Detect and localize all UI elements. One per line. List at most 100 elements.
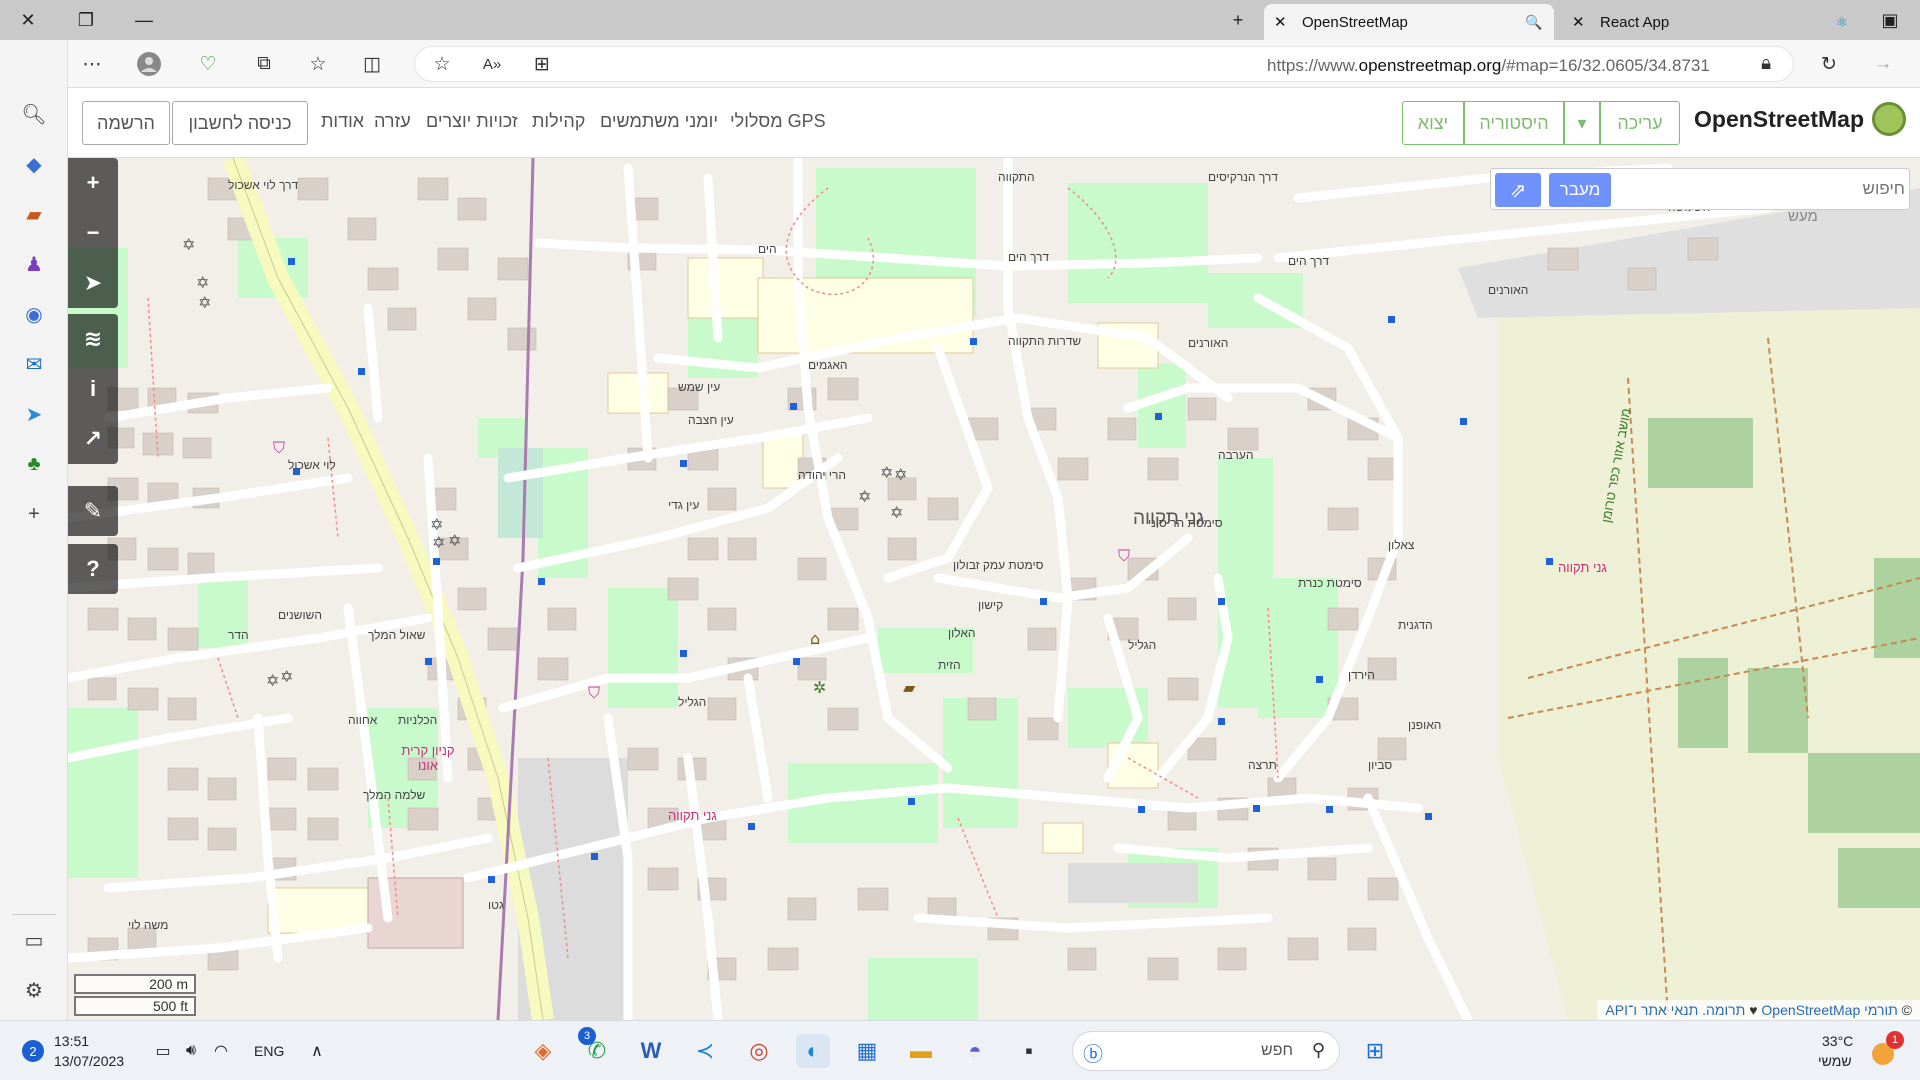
nav-about[interactable]: אודות	[321, 111, 364, 132]
refresh-icon[interactable]: ↻	[1814, 50, 1844, 78]
add-sidebar-icon[interactable]: +	[18, 498, 50, 530]
svg-text:✡: ✡	[182, 235, 195, 254]
map-canvas[interactable]: ✡✡✡ ✡✡✡ ✡✡✡ ✡✡✡ ⌂✲ ▰⛉ ⛉⛉ מעש השלושה האור…	[68, 158, 1920, 1020]
query-control: ?	[68, 544, 118, 594]
layer-controls: ≋ i ↗	[68, 314, 118, 464]
notification-count-badge[interactable]: 2	[22, 1040, 44, 1062]
layers-icon[interactable]: ≋	[68, 314, 118, 364]
terms-link[interactable]: תנאי אתר ו־API	[1605, 1002, 1698, 1018]
games-icon[interactable]: ♟	[18, 248, 50, 280]
svg-text:⛉: ⛉	[588, 683, 600, 702]
read-aloud-icon[interactable]: A»	[477, 50, 507, 78]
edit-button[interactable]: עריכה	[1600, 101, 1680, 145]
osm-magnifier-logo-icon	[1872, 102, 1906, 136]
search-input[interactable]	[1620, 173, 1905, 205]
magnifier-icon: ⚲	[1311, 1040, 1325, 1060]
vscode-icon[interactable]: ≺	[688, 1034, 722, 1068]
divider	[12, 914, 56, 915]
tab-openstreetmap[interactable]: ✕ OpenStreetMap 🔍	[1264, 4, 1554, 40]
outlook-icon[interactable]: ✉	[18, 348, 50, 380]
export-button[interactable]: יצוא	[1402, 101, 1464, 145]
attribution-contributors-link[interactable]: תורמי OpenStreetMap	[1761, 1002, 1897, 1018]
query-features-icon[interactable]: ?	[68, 544, 118, 594]
taskbar-search-box[interactable]: ⓑ חפש ⚲	[1072, 1031, 1340, 1071]
file-explorer-icon[interactable]: ▬	[904, 1034, 938, 1068]
restore-window-icon[interactable]: ❐	[72, 6, 100, 34]
edge-icon[interactable]: ◐	[796, 1034, 830, 1068]
close-tab-icon[interactable]: ✕	[1572, 13, 1594, 31]
app-available-icon[interactable]: ⊞	[527, 50, 557, 78]
svg-text:✡: ✡	[858, 487, 871, 506]
svg-text:✡: ✡	[196, 273, 209, 292]
send-icon[interactable]: ➤	[18, 398, 50, 430]
url-text[interactable]: https://www.openstreetmap.org/#map=16/32…	[1267, 56, 1710, 76]
zoom-in-icon[interactable]: +	[68, 158, 118, 208]
show-hidden-icons-chevron-icon[interactable]: ∧	[300, 1034, 334, 1068]
temperature[interactable]: 33°C	[1822, 1033, 1853, 1049]
directions-icon[interactable]: ⇗	[1495, 173, 1541, 207]
nav-gps-traces[interactable]: מסלולי GPS	[730, 111, 826, 132]
store-icon[interactable]: ▦	[850, 1034, 884, 1068]
hide-sidebar-icon[interactable]: ▭	[18, 924, 50, 956]
profile-icon[interactable]	[134, 50, 164, 78]
login-button[interactable]: כניסה לחשבון	[172, 101, 308, 145]
svg-text:⛉: ⛉	[1118, 546, 1130, 565]
nav-copyright[interactable]: זכויות יוצרים	[426, 111, 518, 132]
start-windows-icon[interactable]: ⊞	[1358, 1034, 1392, 1068]
clock-time[interactable]: 13:51	[54, 1033, 89, 1049]
url-box[interactable]: ☆ A» ⊞ https://www.openstreetmap.org/#ma…	[414, 46, 1794, 82]
nav-user-diaries[interactable]: יומני משתמשים	[600, 111, 718, 132]
settings-gear-icon[interactable]: ⚙	[18, 974, 50, 1006]
zoom-out-icon[interactable]: −	[68, 208, 118, 258]
language-indicator[interactable]: ENG	[254, 1043, 284, 1059]
office-icon[interactable]: ◉	[18, 298, 50, 330]
tree-icon[interactable]: ♣	[18, 448, 50, 480]
attribution-copy: ©	[1901, 1002, 1912, 1018]
scale-meters: 200 m	[74, 974, 196, 994]
locate-arrow-icon[interactable]: ➤	[68, 258, 118, 308]
signup-button[interactable]: הרשמה	[82, 101, 170, 145]
svg-text:✡: ✡	[894, 465, 907, 484]
weather-label[interactable]: שמשי	[1818, 1053, 1852, 1069]
history-button[interactable]: היסטוריה	[1464, 101, 1564, 145]
pinned-app-icon[interactable]: ◈	[526, 1034, 560, 1068]
collections-icon[interactable]: ⧉	[249, 50, 279, 78]
volume-icon[interactable]: 🔊︎	[174, 1034, 208, 1068]
shopping-tag-icon[interactable]: ◆	[18, 148, 50, 180]
favorites-icon[interactable]: ☆	[303, 50, 333, 78]
tab-actions-icon[interactable]: ▣	[1876, 6, 1904, 34]
taskbar-search-placeholder: חפש	[1261, 1042, 1293, 1059]
minimize-window-icon[interactable]: —	[130, 6, 158, 34]
wifi-icon[interactable]: ◠	[204, 1034, 238, 1068]
more-icon[interactable]: ⋯	[77, 50, 107, 78]
tools-icon[interactable]: ▰	[18, 198, 50, 230]
scale-feet: 500 ft	[74, 996, 196, 1016]
chrome-icon[interactable]: ◎	[742, 1034, 776, 1068]
info-icon[interactable]: i	[68, 364, 118, 414]
teams-chat-icon[interactable]: ◓	[958, 1034, 992, 1068]
new-tab-icon[interactable]: +	[1224, 6, 1252, 34]
split-screen-icon[interactable]: ◫	[357, 50, 387, 78]
terminal-icon[interactable]: ▪	[1012, 1034, 1046, 1068]
close-window-icon[interactable]: ✕	[14, 6, 42, 34]
search-icon[interactable]: 🔍︎	[18, 98, 50, 130]
svg-text:⌂: ⌂	[810, 629, 820, 648]
word-icon[interactable]: W	[634, 1034, 668, 1068]
tab-bar: ✕ ❐ — + ✕ OpenStreetMap 🔍 ✕ React App ⚛ …	[0, 0, 1920, 40]
lock-icon[interactable]: 🔒︎	[1751, 50, 1781, 78]
nav-communities[interactable]: קהילות	[532, 111, 585, 132]
tab-react-app[interactable]: ✕ React App ⚛	[1562, 4, 1862, 40]
donate-link[interactable]: תרומה.	[1702, 1002, 1745, 1018]
share-icon[interactable]: ↗	[68, 414, 118, 464]
map-tiles[interactable]: ✡✡✡ ✡✡ ✡ ✡ ✡✡ ✡✡ ✡ ⌂✲ ▰⛉ ⛉⛉	[68, 158, 1920, 1020]
close-tab-icon[interactable]: ✕	[1274, 13, 1296, 31]
edit-dropdown-chevron-icon[interactable]: ▾	[1564, 101, 1600, 145]
nav-help[interactable]: עזרה	[374, 111, 411, 132]
health-icon[interactable]: ♡	[193, 50, 223, 78]
go-button[interactable]: מעבר	[1549, 173, 1611, 207]
add-note-icon[interactable]: ✎	[68, 486, 118, 536]
osm-logo[interactable]: OpenStreetMap	[1694, 102, 1906, 136]
add-favorite-icon[interactable]: ☆	[427, 50, 457, 78]
forward-icon[interactable]: →	[1868, 50, 1898, 78]
clock-date[interactable]: 13/07/2023	[54, 1053, 124, 1069]
